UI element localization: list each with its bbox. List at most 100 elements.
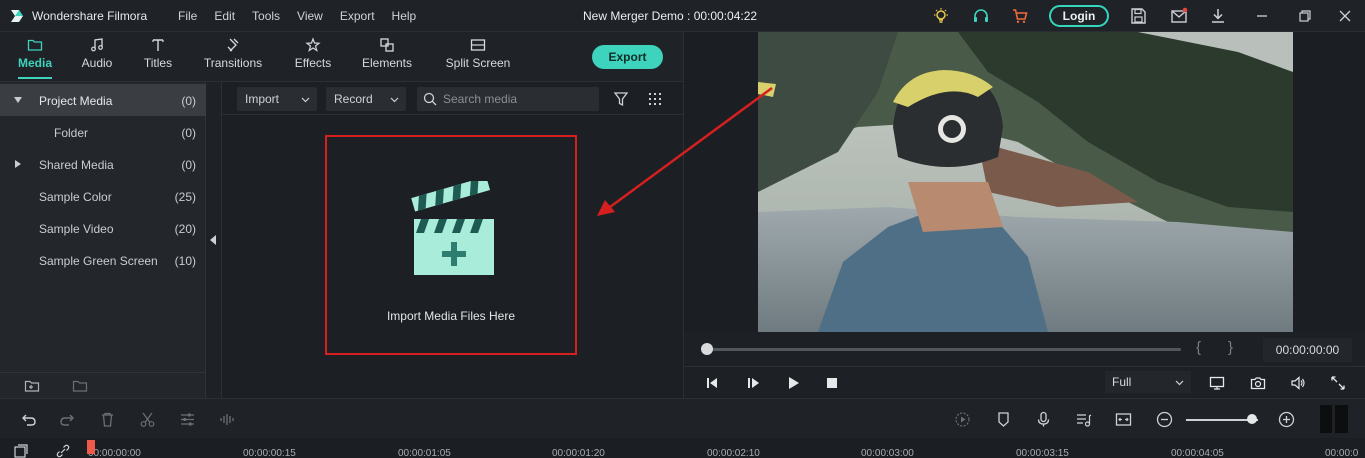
- volume-icon[interactable]: [1290, 375, 1306, 391]
- timeline-pause-icon[interactable]: [1320, 405, 1348, 433]
- app-name: Wondershare Filmora: [32, 9, 148, 23]
- effects-icon: [305, 37, 321, 52]
- media-library-area: Import Record Search media Import Media …: [221, 82, 684, 398]
- tab-effects[interactable]: Effects: [287, 32, 339, 82]
- undo-icon[interactable]: [20, 411, 37, 428]
- library-item-shared-media[interactable]: Shared Media (0): [0, 148, 206, 180]
- playback-progress-knob[interactable]: [701, 343, 713, 355]
- search-icon: [423, 92, 437, 106]
- caret-right-icon[interactable]: [14, 160, 22, 168]
- library-item-sample-green-screen[interactable]: Sample Green Screen (10): [0, 244, 206, 276]
- ruler-tick: 00:00:0: [1325, 448, 1359, 458]
- caret-down-icon[interactable]: [14, 96, 22, 104]
- ruler-tick: 00:00:03:15: [1016, 448, 1069, 458]
- play-icon[interactable]: [785, 375, 801, 391]
- export-button[interactable]: Export: [592, 45, 663, 69]
- ruler-tick: 00:00:00:15: [243, 448, 296, 458]
- headset-icon[interactable]: [972, 7, 990, 25]
- menu-bar: File Edit Tools View Export Help: [178, 9, 433, 23]
- play-next-frame-icon[interactable]: [745, 375, 761, 391]
- stop-icon[interactable]: [824, 375, 840, 391]
- audio-waveform-icon[interactable]: [219, 411, 236, 428]
- media-toolbar: Import Record: [222, 82, 684, 115]
- panel-collapse-handle[interactable]: [206, 82, 221, 398]
- close-icon[interactable]: [1336, 7, 1354, 25]
- search-box: [417, 87, 599, 111]
- timeline-ruler[interactable]: 00:00:00:00 00:00:00:15 00:00:01:05 00:0…: [0, 438, 1365, 458]
- grid-view-icon[interactable]: [647, 91, 663, 107]
- delete-icon[interactable]: [99, 411, 116, 428]
- previous-frame-icon[interactable]: [704, 375, 720, 391]
- zoom-in-icon[interactable]: [1278, 411, 1295, 428]
- playback-progress-track[interactable]: [707, 348, 1181, 351]
- new-folder-icon[interactable]: [24, 378, 40, 394]
- playhead[interactable]: [87, 440, 95, 454]
- library-item-sample-video[interactable]: Sample Video (20): [0, 212, 206, 244]
- tab-elements[interactable]: Elements: [357, 32, 417, 82]
- filter-icon[interactable]: [613, 91, 629, 107]
- adjust-sliders-icon[interactable]: [179, 411, 196, 428]
- library-item-project-media[interactable]: Project Media (0): [0, 84, 206, 116]
- menu-tools[interactable]: Tools: [252, 9, 280, 23]
- library-item-folder[interactable]: Folder (0): [0, 116, 206, 148]
- folder-outline-icon[interactable]: [72, 378, 88, 394]
- zoom-fit-dropdown[interactable]: Full: [1105, 371, 1191, 393]
- snapshot-camera-icon[interactable]: [1250, 375, 1266, 391]
- voiceover-list-icon[interactable]: [1075, 411, 1092, 428]
- mail-icon[interactable]: [1170, 7, 1188, 25]
- menu-help[interactable]: Help: [392, 9, 417, 23]
- library-tabs: Media Audio Titles Transitions Effects E…: [0, 32, 683, 82]
- filmora-logo-icon: [11, 10, 23, 22]
- restore-icon[interactable]: [1296, 7, 1314, 25]
- tab-transitions-label: Transitions: [203, 56, 263, 70]
- transition-icon: [227, 38, 239, 52]
- timeline-zoom-knob[interactable]: [1247, 414, 1257, 424]
- marker-icon[interactable]: [995, 411, 1012, 428]
- fit-timeline-icon[interactable]: [1115, 411, 1132, 428]
- import-media-dropzone[interactable]: Import Media Files Here: [325, 135, 577, 355]
- menu-export[interactable]: Export: [340, 9, 375, 23]
- menu-file[interactable]: File: [178, 9, 197, 23]
- fullscreen-icon[interactable]: [1330, 375, 1346, 391]
- minimize-icon[interactable]: [1253, 7, 1271, 25]
- playback-controls: Full: [684, 366, 1365, 398]
- record-dropdown[interactable]: Record: [326, 87, 406, 111]
- zoom-out-icon[interactable]: [1156, 411, 1173, 428]
- tab-audio[interactable]: Audio: [72, 32, 122, 82]
- project-title: New Merger Demo : 00:00:04:22: [583, 9, 758, 23]
- tab-media-label: Media: [17, 56, 52, 70]
- clapperboard-add-icon: [411, 181, 494, 275]
- search-input[interactable]: [443, 91, 593, 107]
- lightbulb-icon[interactable]: [932, 7, 950, 25]
- cart-icon[interactable]: [1011, 7, 1029, 25]
- tab-split-screen-label: Split Screen: [445, 56, 511, 70]
- ruler-tick: 00:00:04:05: [1171, 448, 1224, 458]
- tab-effects-label: Effects: [294, 56, 332, 70]
- tab-titles[interactable]: Titles: [133, 32, 183, 82]
- menu-view[interactable]: View: [297, 9, 323, 23]
- tab-audio-label: Audio: [81, 56, 113, 70]
- mark-in-icon[interactable]: {: [1196, 339, 1201, 356]
- library-item-sample-color[interactable]: Sample Color (25): [0, 180, 206, 212]
- library-panel: Project Media (0) Folder (0) Shared Medi…: [0, 82, 206, 398]
- redo-icon[interactable]: [59, 411, 76, 428]
- import-dropdown[interactable]: Import: [237, 87, 317, 111]
- mark-out-icon[interactable]: }: [1228, 339, 1233, 356]
- save-icon[interactable]: [1129, 7, 1147, 25]
- chevron-down-icon: [301, 97, 310, 103]
- menu-edit[interactable]: Edit: [214, 9, 235, 23]
- login-button[interactable]: Login: [1049, 5, 1109, 27]
- folder-icon: [27, 39, 43, 51]
- tab-split-screen[interactable]: Split Screen: [440, 32, 516, 82]
- render-preview-icon[interactable]: [954, 411, 971, 428]
- microphone-icon[interactable]: [1035, 411, 1052, 428]
- tab-transitions[interactable]: Transitions: [200, 32, 266, 82]
- link-icon[interactable]: [56, 444, 70, 458]
- display-settings-icon[interactable]: [1209, 375, 1225, 391]
- tab-media[interactable]: Media: [10, 32, 60, 82]
- title-bar: Wondershare Filmora File Edit Tools View…: [0, 0, 1365, 32]
- add-track-icon[interactable]: [14, 444, 28, 458]
- download-icon[interactable]: [1209, 7, 1227, 25]
- ruler-tick: 00:00:03:00: [861, 448, 914, 458]
- cut-scissors-icon[interactable]: [139, 411, 156, 428]
